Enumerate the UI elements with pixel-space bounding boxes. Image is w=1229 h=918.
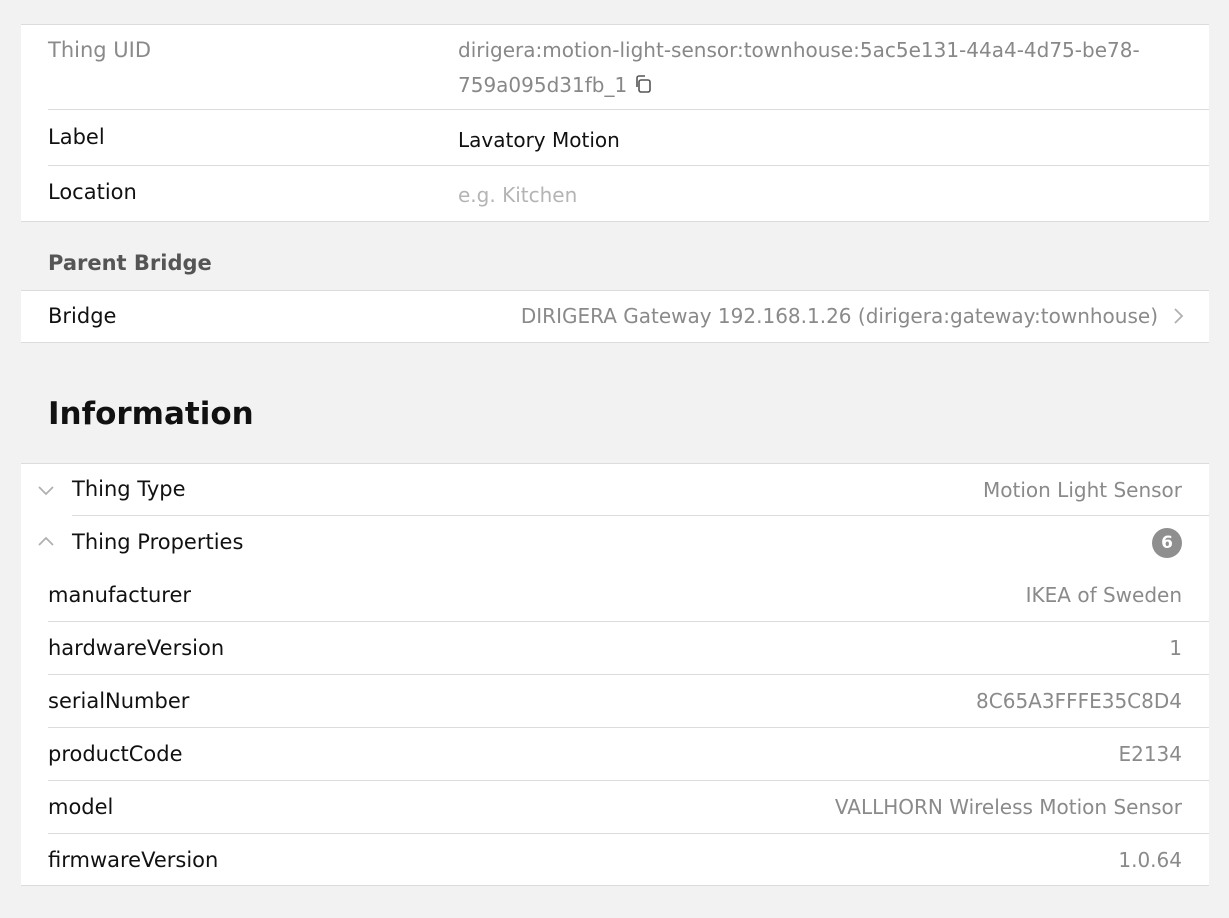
- label-input[interactable]: Lavatory Motion: [458, 128, 620, 152]
- property-value: VALLHORN Wireless Motion Sensor: [834, 795, 1182, 819]
- property-value: E2134: [1118, 742, 1182, 766]
- thing-uid-line2: 759a095d31fb_1: [458, 73, 628, 97]
- property-row: serialNumber 8C65A3FFFE35C8D4: [21, 675, 1209, 728]
- property-row: manufacturer IKEA of Sweden: [21, 569, 1209, 622]
- properties-count-badge: 6: [1152, 528, 1182, 558]
- property-value: 1: [1169, 636, 1182, 660]
- bridge-label: Bridge: [48, 304, 117, 328]
- bridge-row[interactable]: Bridge DIRIGERA Gateway 192.168.1.26 (di…: [21, 291, 1209, 342]
- location-input[interactable]: e.g. Kitchen: [458, 183, 577, 207]
- property-row: productCode E2134: [21, 728, 1209, 781]
- thing-uid-label: Thing UID: [48, 38, 152, 62]
- property-row: firmwareVersion 1.0.64: [21, 834, 1209, 887]
- copy-icon[interactable]: [633, 74, 653, 99]
- bridge-value: DIRIGERA Gateway 192.168.1.26 (dirigera:…: [520, 304, 1158, 328]
- thing-properties-row[interactable]: Thing Properties 6: [21, 516, 1209, 569]
- property-row: model VALLHORN Wireless Motion Sensor: [21, 781, 1209, 834]
- location-field-label: Location: [48, 180, 137, 204]
- thing-properties-label: Thing Properties: [72, 530, 244, 554]
- thing-uid-line1: dirigera:motion-light-sensor:townhouse:5…: [458, 38, 1140, 62]
- information-card: Thing Type Motion Light Sensor Thing Pro…: [21, 463, 1209, 886]
- property-key: hardwareVersion: [48, 636, 225, 660]
- property-value: 8C65A3FFFE35C8D4: [976, 689, 1182, 713]
- chevron-up-icon: [36, 534, 56, 553]
- thing-type-row[interactable]: Thing Type Motion Light Sensor: [21, 464, 1209, 516]
- property-key: manufacturer: [48, 583, 192, 607]
- thing-details-page: Thing UID dirigera:motion-light-sensor:t…: [0, 0, 1229, 918]
- thing-uid-line2-wrap: 759a095d31fb_1: [458, 73, 653, 99]
- property-row: hardwareVersion 1: [21, 622, 1209, 675]
- thing-location-row: Location e.g. Kitchen: [21, 166, 1209, 221]
- property-value: 1.0.64: [1118, 848, 1182, 872]
- label-field-label: Label: [48, 125, 105, 149]
- property-key: productCode: [48, 742, 183, 766]
- thing-type-value: Motion Light Sensor: [983, 478, 1182, 502]
- thing-type-label: Thing Type: [72, 477, 186, 501]
- property-key: firmwareVersion: [48, 848, 219, 872]
- chevron-down-icon: [36, 482, 56, 501]
- property-key: serialNumber: [48, 689, 190, 713]
- thing-label-row: Label Lavatory Motion: [21, 110, 1209, 166]
- property-value: IKEA of Sweden: [1025, 583, 1182, 607]
- property-key: model: [48, 795, 114, 819]
- thing-uid-row: Thing UID dirigera:motion-light-sensor:t…: [21, 25, 1209, 110]
- thing-identity-card: Thing UID dirigera:motion-light-sensor:t…: [21, 24, 1209, 222]
- information-heading: Information: [48, 396, 254, 432]
- parent-bridge-section-title: Parent Bridge: [48, 251, 212, 275]
- chevron-right-icon: [1171, 306, 1185, 330]
- parent-bridge-card: Bridge DIRIGERA Gateway 192.168.1.26 (di…: [21, 290, 1209, 343]
